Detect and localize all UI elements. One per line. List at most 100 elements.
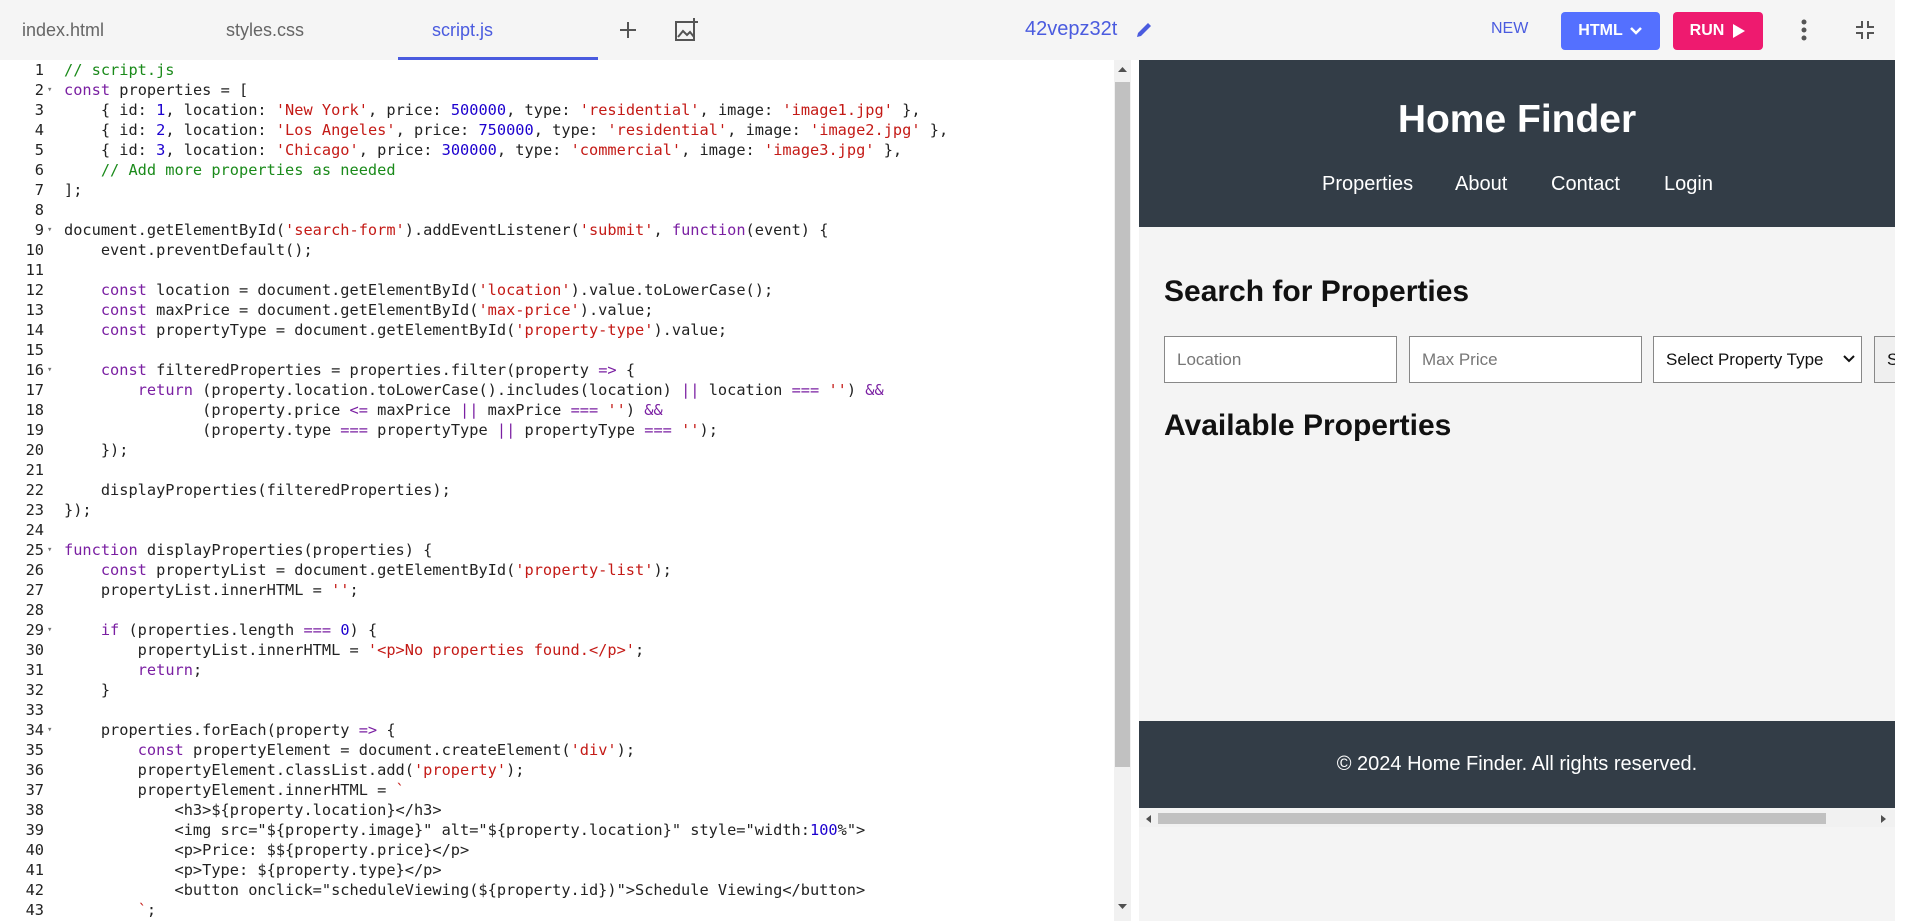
nav-about[interactable]: About	[1455, 173, 1507, 196]
tab-script-js[interactable]: script.js	[432, 0, 493, 60]
collapse-icon[interactable]	[1849, 14, 1881, 46]
new-button[interactable]: NEW	[1491, 20, 1528, 38]
code-text: const maxPrice = document.getElementById…	[100, 301, 654, 319]
nav-properties[interactable]: Properties	[1322, 173, 1413, 196]
code-line[interactable]: 27 propertyList.innerHTML = '';	[0, 580, 1110, 600]
code-line[interactable]: 26 const propertyList = document.getElem…	[0, 560, 1110, 580]
run-button[interactable]: RUN	[1673, 12, 1763, 50]
code-text: function displayProperties(properties) {	[64, 541, 433, 559]
preview-horizontal-scrollbar[interactable]	[1139, 810, 1895, 827]
nav-login[interactable]: Login	[1664, 173, 1713, 196]
fold-arrow-icon[interactable]: ▾	[47, 220, 52, 240]
fold-arrow-icon[interactable]: ▾	[47, 360, 52, 380]
code-line[interactable]: 11	[0, 260, 1110, 280]
editor-scroll-thumb[interactable]	[1115, 82, 1130, 767]
code-line[interactable]: 20 });	[0, 440, 1110, 460]
scroll-up-icon[interactable]	[1117, 65, 1128, 73]
line-number: 28	[25, 601, 44, 619]
code-line[interactable]: 28	[0, 600, 1110, 620]
code-line[interactable]: 39 <img src="${property.image}" alt="${p…	[0, 820, 1110, 840]
code-text: });	[64, 441, 129, 459]
code-line[interactable]: 1 // script.js	[0, 60, 1110, 80]
code-line[interactable]: 30 propertyList.innerHTML = '<p>No prope…	[0, 640, 1110, 660]
fold-arrow-icon[interactable]: ▾	[47, 540, 52, 560]
code-text: return (property.location.toLowerCase().…	[137, 381, 884, 399]
code-line[interactable]: 5 { id: 3, location: 'Chicago', price: 3…	[0, 140, 1110, 160]
code-line[interactable]: 34 ▾ properties.forEach(property => {	[0, 720, 1110, 740]
fold-arrow-icon[interactable]: ▾	[47, 620, 52, 640]
code-text: propertyElement.innerHTML = `	[64, 781, 405, 799]
code-line[interactable]: 6 // Add more properties as needed	[0, 160, 1110, 180]
code-line[interactable]: 19 (property.type === propertyType || pr…	[0, 420, 1110, 440]
tab-index-html[interactable]: index.html	[22, 0, 104, 60]
line-number: 6	[34, 161, 44, 179]
code-line[interactable]: 17 return (property.location.toLowerCase…	[0, 380, 1110, 400]
code-line[interactable]: 29 ▾ if (properties.length === 0) {	[0, 620, 1110, 640]
code-text: displayProperties(filteredProperties);	[64, 481, 451, 499]
tab-styles-css[interactable]: styles.css	[226, 0, 304, 60]
code-line[interactable]: 15	[0, 340, 1110, 360]
code-line[interactable]: 25 ▾ function displayProperties(properties…	[0, 540, 1110, 560]
search-heading: Search for Properties	[1164, 275, 1470, 308]
code-line[interactable]: 33	[0, 700, 1110, 720]
code-line[interactable]: 23});	[0, 500, 1110, 520]
scroll-right-icon[interactable]	[1880, 814, 1888, 824]
code-line[interactable]: 10 event.preventDefault();	[0, 240, 1110, 260]
html-dropdown-button[interactable]: HTML	[1561, 12, 1660, 50]
code-text: { id: 1, location: 'New York', price: 50…	[64, 101, 921, 119]
code-line[interactable]: 40 <p>Price: $${property.price}</p>	[0, 840, 1110, 860]
line-number: 16	[25, 361, 44, 379]
line-number: 8	[34, 201, 44, 219]
code-line[interactable]: 43 `;	[0, 900, 1110, 920]
code-line[interactable]: 24	[0, 520, 1110, 540]
code-text: const propertyElement = document.createE…	[137, 741, 636, 759]
line-number: 43	[25, 901, 44, 919]
code-line[interactable]: 18 (property.price <= maxPrice || maxPri…	[0, 400, 1110, 420]
fold-arrow-icon[interactable]: ▾	[47, 80, 52, 100]
line-number: 41	[25, 861, 44, 879]
plus-icon[interactable]	[612, 14, 644, 46]
code-editor[interactable]: 1// script.js 2 ▾ const properties = [3 { i…	[0, 60, 1115, 921]
line-number: 14	[25, 321, 44, 339]
pencil-icon[interactable]	[1128, 14, 1160, 46]
code-line[interactable]: 32 }	[0, 680, 1110, 700]
code-line[interactable]: 41 <p>Type: ${property.type}</p>	[0, 860, 1110, 880]
code-line[interactable]: 38 <h3>${property.location}</h3>	[0, 800, 1110, 820]
project-title[interactable]: 42vepz32t	[1025, 18, 1117, 41]
code-line[interactable]: 22 displayProperties(filteredProperties)…	[0, 480, 1110, 500]
nav-contact[interactable]: Contact	[1551, 173, 1620, 196]
line-number: 11	[25, 261, 44, 279]
property-type-select[interactable]: Select Property Type	[1653, 336, 1862, 383]
code-line[interactable]: 8	[0, 200, 1110, 220]
code-line[interactable]: 2 ▾ const properties = [	[0, 80, 1110, 100]
code-line[interactable]: 12 const location = document.getElementB…	[0, 280, 1110, 300]
window-edge	[1895, 0, 1917, 921]
code-text: propertyElement.classList.add('property'…	[64, 761, 525, 779]
search-button[interactable]: S	[1874, 336, 1895, 383]
code-line[interactable]: 9 ▾ document.getElementById('search-form')…	[0, 220, 1110, 240]
line-number: 27	[25, 581, 44, 599]
code-line[interactable]: 42 <button onclick="scheduleViewing(${pr…	[0, 880, 1110, 900]
code-line[interactable]: 35 const propertyElement = document.crea…	[0, 740, 1110, 760]
line-number: 26	[25, 561, 44, 579]
code-line[interactable]: 36 propertyElement.classList.add('proper…	[0, 760, 1110, 780]
scroll-down-icon[interactable]	[1117, 903, 1128, 911]
code-line[interactable]: 7];	[0, 180, 1110, 200]
code-line[interactable]: 37 propertyElement.innerHTML = `	[0, 780, 1110, 800]
add-image-icon[interactable]	[671, 14, 703, 46]
preview-scroll-thumb[interactable]	[1158, 813, 1826, 824]
code-line[interactable]: 4 { id: 2, location: 'Los Angeles', pric…	[0, 120, 1110, 140]
code-line[interactable]: 31 return;	[0, 660, 1110, 680]
code-line[interactable]: 21	[0, 460, 1110, 480]
code-line[interactable]: 16 ▾ const filteredProperties = propertie…	[0, 360, 1110, 380]
code-text: const filteredProperties = properties.fi…	[100, 361, 636, 379]
max-price-input[interactable]: Max Price	[1409, 336, 1642, 383]
scroll-left-icon[interactable]	[1144, 814, 1152, 824]
location-input[interactable]: Location	[1164, 336, 1397, 383]
code-line[interactable]: 13 const maxPrice = document.getElementB…	[0, 300, 1110, 320]
fold-arrow-icon[interactable]: ▾	[47, 720, 52, 740]
chevron-down-icon	[1843, 355, 1855, 363]
more-vertical-icon[interactable]	[1788, 14, 1820, 46]
code-line[interactable]: 14 const propertyType = document.getElem…	[0, 320, 1110, 340]
code-line[interactable]: 3 { id: 1, location: 'New York', price: …	[0, 100, 1110, 120]
